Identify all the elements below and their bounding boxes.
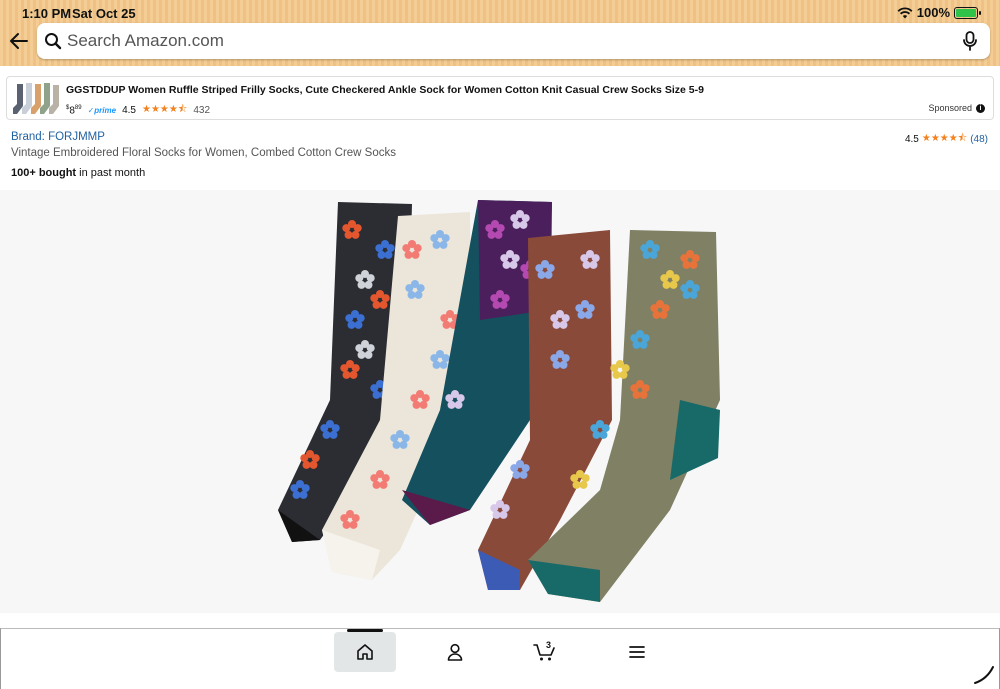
person-icon — [447, 643, 463, 661]
search-bar[interactable] — [37, 23, 990, 59]
sponsored-review-count: 432 — [193, 105, 211, 116]
tab-account[interactable] — [424, 632, 486, 672]
rating-count[interactable]: (48) — [970, 134, 988, 145]
rating-value: 4.5 — [904, 134, 919, 145]
prime-badge: ✓prime — [87, 106, 117, 115]
app-header: 1:10 PM Sat Oct 25 100% — [0, 0, 1000, 66]
sponsored-product-meta: $889 ✓prime 4.5 ★★★★⯪ 432 — [66, 102, 210, 119]
battery-percent: 100% — [916, 5, 950, 20]
bottom-tab-bar: 3 — [0, 628, 1000, 689]
status-time: 1:10 PM — [22, 6, 72, 21]
tab-menu[interactable] — [606, 632, 668, 672]
tab-home[interactable] — [334, 632, 396, 672]
sponsored-label[interactable]: Sponsored i — [928, 103, 985, 113]
home-icon — [357, 644, 373, 660]
product-image-area[interactable] — [0, 190, 1000, 613]
sponsored-stars: ★★★★⯪ — [142, 104, 188, 115]
back-arrow-icon[interactable] — [8, 30, 30, 52]
sponsored-product-thumbnail[interactable] — [11, 80, 63, 118]
microphone-icon[interactable] — [962, 31, 978, 51]
sponsored-product-title[interactable]: GGSTDDUP Women Ruffle Striped Frilly Soc… — [66, 84, 704, 96]
rating-stars: ★★★★⯪ — [921, 133, 968, 144]
search-icon — [45, 33, 62, 50]
product-title: Vintage Embroidered Floral Socks for Wom… — [11, 147, 396, 159]
cart-icon — [533, 644, 555, 661]
battery-icon — [954, 6, 981, 19]
bought-count: 100+ bought in past month — [11, 167, 146, 179]
menu-icon — [629, 646, 645, 658]
cart-count-badge: 3 — [546, 640, 552, 650]
info-icon[interactable]: i — [976, 103, 985, 113]
tab-cart[interactable]: 3 — [514, 632, 576, 672]
search-input[interactable] — [67, 23, 947, 59]
status-indicators: 100% — [897, 5, 981, 20]
sponsored-price: $889 — [66, 104, 82, 117]
sponsored-ad-banner[interactable]: GGSTDDUP Women Ruffle Striped Frilly Soc… — [6, 76, 994, 120]
sponsored-rating: 4.5 — [122, 105, 136, 116]
status-date: Sat Oct 25 — [72, 6, 136, 21]
wifi-icon — [897, 6, 913, 18]
scribble-indicator-icon — [974, 666, 994, 684]
brand-link[interactable]: Brand: FORJMMP — [11, 131, 105, 143]
product-rating[interactable]: 4.5 ★★★★⯪ (48) — [905, 131, 988, 148]
product-image-socks[interactable] — [0, 190, 1000, 613]
